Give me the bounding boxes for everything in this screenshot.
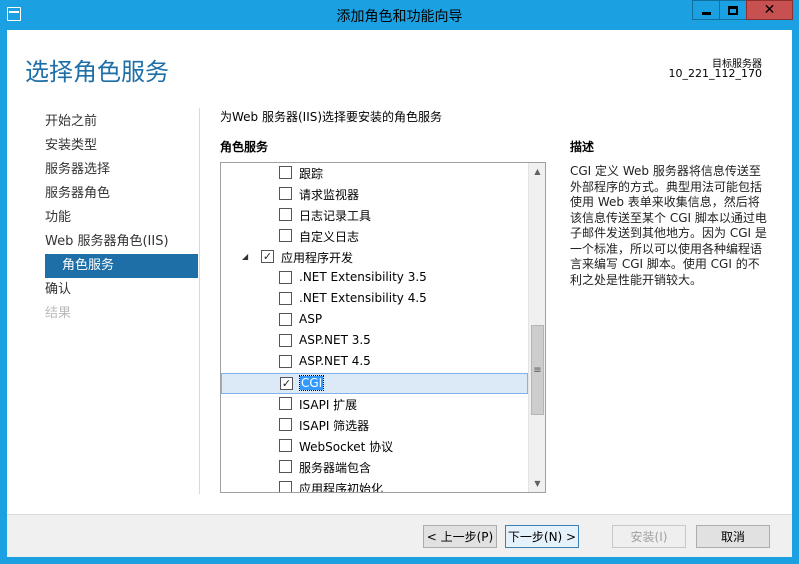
tree-item[interactable]: WebSocket 协议 — [221, 436, 528, 457]
minimize-icon — [701, 12, 711, 15]
page-title: 选择角色服务 — [25, 58, 169, 86]
nav-item-before-you-begin[interactable]: 开始之前 — [45, 110, 198, 134]
tree-item-label: ISAPI 筛选器 — [299, 419, 370, 433]
tree-item[interactable]: ◢ ✓ 应用程序开发 — [221, 247, 528, 268]
expand-arrow-icon[interactable]: ◢ — [242, 252, 248, 261]
tree-item[interactable]: 日志记录工具 — [221, 205, 528, 226]
tree-item-label: 自定义日志 — [299, 230, 360, 244]
close-icon: ✕ — [763, 2, 776, 18]
checkbox[interactable] — [279, 229, 292, 242]
tree-item-label: CGI — [298, 375, 325, 391]
minimize-button[interactable] — [692, 0, 719, 20]
tree-item[interactable]: 请求监视器 — [221, 184, 528, 205]
checkbox[interactable] — [279, 313, 292, 326]
install-button: 安装(I) — [612, 525, 686, 548]
instruction-text: 为Web 服务器(IIS)选择要安装的角色服务 — [220, 110, 443, 124]
nav-item-web-server-role[interactable]: Web 服务器角色(IIS) — [45, 230, 198, 254]
role-services-tree[interactable]: 跟踪请求监视器日志记录工具 自定义日志 ◢ ✓ 应用程序开发 .NET Extensibi… — [220, 162, 546, 493]
next-button[interactable]: 下一步(N) > — [505, 525, 579, 548]
checkbox[interactable] — [279, 397, 292, 410]
scroll-up-icon[interactable]: ▲ — [529, 163, 545, 180]
tree-item-label: 请求监视器 — [299, 188, 360, 202]
tree-item[interactable]: .NET Extensibility 3.5 — [221, 268, 528, 289]
nav-item-installation-type[interactable]: 安装类型 — [45, 134, 198, 158]
nav-divider — [199, 108, 200, 494]
scrollbar-thumb[interactable]: ≡ — [531, 325, 544, 415]
grip-icon: ≡ — [533, 364, 542, 376]
tree-item-label: ISAPI 扩展 — [299, 398, 358, 412]
tree-item[interactable]: .NET Extensibility 4.5 — [221, 289, 528, 310]
description-title: 描述 — [570, 140, 595, 154]
wizard-footer: < 上一步(P) 下一步(N) > 安装(I) 取消 — [7, 514, 792, 557]
previous-button[interactable]: < 上一步(P) — [423, 525, 497, 548]
tree-item[interactable]: ISAPI 筛选器 — [221, 415, 528, 436]
nav-item-role-services[interactable]: 角色服务 — [45, 254, 198, 278]
checkbox[interactable] — [279, 271, 292, 284]
tree-item-label: .NET Extensibility 4.5 — [299, 291, 427, 305]
maximize-icon — [728, 5, 738, 15]
wizard-header: 选择角色服务 目标服务器 10_221_112_170 — [7, 30, 792, 98]
tree-item[interactable]: ASP — [221, 310, 528, 331]
tree-item-label: ASP — [299, 312, 323, 326]
checkbox[interactable]: ✓ — [280, 377, 293, 390]
checkbox[interactable] — [279, 460, 292, 473]
tree-item-label: 服务器端包含 — [299, 461, 372, 475]
tree-item[interactable]: ISAPI 扩展 — [221, 394, 528, 415]
tree-item[interactable]: 应用程序初始化 — [221, 478, 528, 492]
nav-item-server-selection[interactable]: 服务器选择 — [45, 158, 198, 182]
checkbox[interactable] — [279, 481, 292, 492]
tree-item[interactable]: 跟踪 — [221, 163, 528, 184]
tree-item-label: 应用程序初始化 — [299, 482, 384, 492]
checkbox[interactable] — [279, 439, 292, 452]
target-server-name: 10_221_112_170 — [668, 67, 762, 80]
tree-item[interactable]: 自定义日志 — [221, 226, 528, 247]
maximize-button[interactable] — [719, 0, 746, 20]
tree-item-label: .NET Extensibility 3.5 — [299, 270, 427, 284]
tree-item-label: 日志记录工具 — [299, 209, 372, 223]
scroll-down-icon[interactable]: ▼ — [529, 475, 545, 492]
tree-item-label: 跟踪 — [299, 167, 324, 181]
tree-item[interactable]: 服务器端包含 — [221, 457, 528, 478]
checkbox[interactable] — [279, 355, 292, 368]
wizard-nav: 开始之前 安装类型 服务器选择 服务器角色 功能 Web 服务器角色(IIS) … — [45, 110, 198, 326]
checkbox[interactable] — [279, 292, 292, 305]
checkbox[interactable]: ✓ — [261, 250, 274, 263]
tree-item[interactable]: ASP.NET 4.5 — [221, 352, 528, 373]
tree-item[interactable]: ASP.NET 3.5 — [221, 331, 528, 352]
close-button[interactable]: ✕ — [746, 0, 793, 20]
wizard-client-area: 选择角色服务 目标服务器 10_221_112_170 开始之前 安装类型 服务… — [7, 30, 792, 557]
role-services-header: 角色服务 — [220, 140, 269, 154]
tree-viewport: 跟踪请求监视器日志记录工具 自定义日志 ◢ ✓ 应用程序开发 .NET Extensibi… — [221, 163, 528, 492]
nav-item-features[interactable]: 功能 — [45, 206, 198, 230]
tree-item-label: ASP.NET 4.5 — [299, 354, 371, 368]
checkbox[interactable] — [279, 418, 292, 431]
description-text: CGI 定义 Web 服务器将信息传送至外部程序的方式。典型用法可能包括使用 W… — [570, 164, 767, 287]
cancel-button[interactable]: 取消 — [696, 525, 770, 548]
tree-item-label: WebSocket 协议 — [299, 440, 394, 454]
window-title: 添加角色和功能向导 — [336, 9, 463, 25]
tree-item-label: ASP.NET 3.5 — [299, 333, 371, 347]
title-bar: 添加角色和功能向导 ✕ — [0, 0, 799, 30]
checkbox[interactable] — [279, 208, 292, 221]
nav-item-confirmation[interactable]: 确认 — [45, 278, 198, 302]
nav-item-server-roles[interactable]: 服务器角色 — [45, 182, 198, 206]
checkbox[interactable] — [279, 166, 292, 179]
nav-item-results: 结果 — [45, 306, 72, 321]
tree-item-label: 应用程序开发 — [281, 251, 354, 265]
vertical-scrollbar[interactable]: ▲ ≡ ▼ — [528, 163, 545, 492]
checkbox[interactable] — [279, 187, 292, 200]
checkbox[interactable] — [279, 334, 292, 347]
tree-item[interactable]: ✓ CGI — [221, 373, 528, 394]
